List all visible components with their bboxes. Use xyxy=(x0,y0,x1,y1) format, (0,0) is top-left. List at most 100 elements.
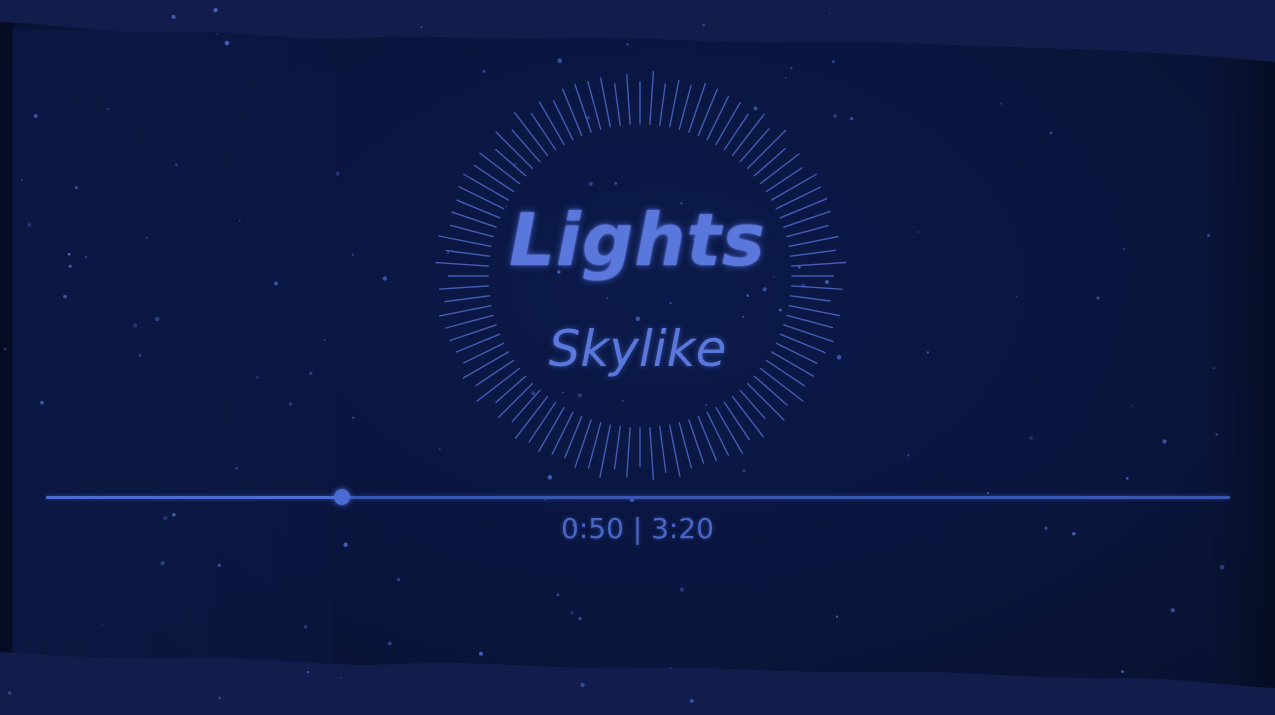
star xyxy=(907,454,910,457)
star xyxy=(479,651,483,656)
spectrum-ray xyxy=(444,295,490,303)
star xyxy=(547,475,553,480)
star xyxy=(1125,477,1129,480)
spectrum-ray xyxy=(511,389,541,423)
spectrum-ray xyxy=(626,427,631,478)
star xyxy=(570,611,574,615)
star xyxy=(746,294,749,297)
star xyxy=(789,67,793,70)
star xyxy=(1219,564,1225,570)
spectrum-ray xyxy=(438,305,492,317)
spectrum-ray xyxy=(438,285,489,290)
star xyxy=(335,171,340,176)
star xyxy=(340,676,342,679)
star xyxy=(1029,436,1033,440)
spectrum-ray xyxy=(759,153,800,185)
time-display: 0:50 | 3:20 xyxy=(561,512,714,545)
track-title: Lights xyxy=(509,198,766,282)
star xyxy=(833,114,837,118)
star xyxy=(213,8,218,13)
star xyxy=(588,181,593,186)
star xyxy=(388,641,392,646)
star xyxy=(160,561,165,566)
star xyxy=(217,563,221,567)
player-background: Lights Skylike 0:50 | 3:20 xyxy=(0,0,1275,715)
spectrum-ray xyxy=(746,382,785,421)
star xyxy=(531,391,536,396)
star xyxy=(106,107,109,110)
spectrum-ray xyxy=(791,285,843,290)
spectrum-ray xyxy=(669,79,680,128)
star xyxy=(626,43,629,46)
spectrum-ray xyxy=(678,422,692,469)
star xyxy=(1096,296,1100,300)
spectrum-ray xyxy=(688,419,705,464)
star xyxy=(705,404,708,406)
spectrum-ray xyxy=(731,113,765,157)
spectrum-ray xyxy=(649,70,655,126)
progress-bar[interactable] xyxy=(46,489,1230,505)
spectrum-ray xyxy=(530,112,557,151)
star xyxy=(1162,439,1167,444)
spectrum-ray xyxy=(765,167,803,193)
spectrum-ray xyxy=(495,131,534,170)
spectrum-ray xyxy=(514,395,549,439)
star xyxy=(1130,405,1133,407)
star xyxy=(306,670,310,674)
star xyxy=(352,416,355,419)
star xyxy=(1170,608,1175,613)
spectrum-ray xyxy=(479,152,521,185)
spectrum-ray xyxy=(538,406,565,453)
spectrum-ray xyxy=(731,395,764,438)
star xyxy=(753,106,758,111)
star xyxy=(375,706,377,708)
spectrum-ray xyxy=(528,401,557,443)
spectrum-ray xyxy=(715,406,744,454)
star xyxy=(274,281,278,286)
star xyxy=(74,186,79,190)
star xyxy=(33,114,38,118)
star xyxy=(562,391,565,394)
star xyxy=(614,182,618,185)
spectrum-ray xyxy=(613,426,621,470)
spectrum-ray xyxy=(626,73,631,126)
star xyxy=(577,393,582,398)
spectrum-ray xyxy=(739,389,766,419)
spectrum-ray xyxy=(706,95,730,141)
star xyxy=(235,467,238,470)
spectrum-ray xyxy=(599,77,611,128)
star xyxy=(850,116,854,121)
star xyxy=(679,587,684,592)
spectrum-ray xyxy=(649,427,655,481)
star xyxy=(784,76,787,79)
star xyxy=(40,400,44,405)
star xyxy=(1215,433,1218,436)
spectrum-ray xyxy=(753,375,788,406)
progress-thumb[interactable] xyxy=(334,489,350,505)
spectrum-ray xyxy=(659,426,667,473)
spectrum-ray xyxy=(587,422,602,469)
spectrum-ray xyxy=(753,147,786,177)
spectrum-ray xyxy=(538,101,565,146)
spectrum-ray xyxy=(706,411,729,456)
spectrum-ray xyxy=(511,129,541,163)
spectrum-ray xyxy=(473,164,515,193)
star xyxy=(828,12,831,15)
top-wave-band xyxy=(0,0,1275,62)
star xyxy=(171,14,176,19)
star xyxy=(20,178,23,181)
star xyxy=(304,625,308,629)
star xyxy=(1049,131,1053,135)
star xyxy=(397,578,401,582)
star xyxy=(1000,102,1003,105)
star xyxy=(288,402,293,406)
star xyxy=(702,23,705,27)
star xyxy=(482,69,486,73)
spectrum-ray xyxy=(463,173,510,201)
star xyxy=(986,492,990,495)
spectrum-ray xyxy=(669,424,681,477)
progress-fill xyxy=(46,496,342,499)
bottom-wave-band xyxy=(0,652,1275,715)
spectrum-ray xyxy=(659,83,666,127)
spectrum-ray xyxy=(551,411,574,455)
